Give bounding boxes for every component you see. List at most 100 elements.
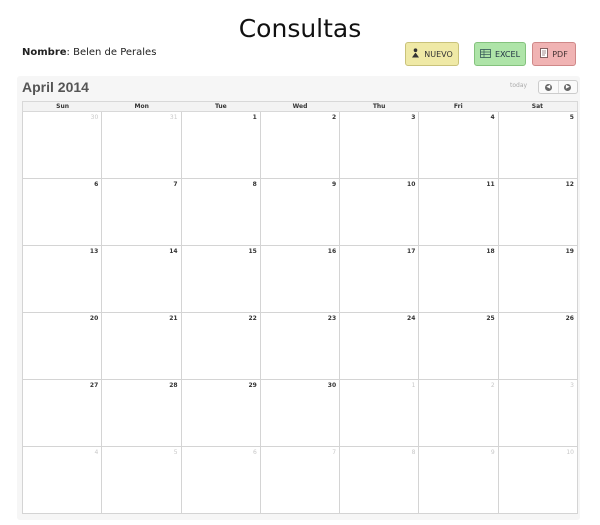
day-cell[interactable]: 30 — [22, 112, 103, 179]
day-number: 30 — [90, 114, 99, 121]
day-cell[interactable]: 10 — [498, 447, 578, 514]
person-plus-icon — [411, 48, 420, 60]
day-cell[interactable]: 21 — [102, 313, 182, 380]
day-number: 31 — [169, 114, 178, 121]
day-cell[interactable]: 4 — [419, 112, 499, 179]
pdf-label: PDF — [552, 49, 568, 59]
day-cell[interactable]: 31 — [102, 112, 182, 179]
day-cell[interactable]: 14 — [102, 246, 182, 313]
day-cell[interactable]: 6 — [181, 447, 261, 514]
day-cell[interactable]: 18 — [419, 246, 499, 313]
day-cell[interactable]: 7 — [260, 447, 341, 514]
day-number: 2 — [331, 114, 337, 121]
day-number: 10 — [566, 449, 574, 456]
next-month-button[interactable]: ▶ — [557, 81, 578, 93]
weekday-label: Sun — [56, 103, 69, 110]
day-cell[interactable]: 5 — [102, 447, 182, 514]
day-cell[interactable]: 9 — [260, 179, 341, 246]
day-number: 30 — [327, 382, 337, 389]
calendar-week: 27 28 29 30 1 2 3 — [22, 380, 578, 447]
day-cell[interactable]: 5 — [498, 112, 578, 179]
excel-label: EXCEL — [494, 49, 521, 59]
day-number: 8 — [252, 181, 257, 188]
calendar-week: 13 14 15 16 17 18 19 — [22, 246, 578, 313]
day-number: 5 — [569, 114, 574, 121]
day-number: 3 — [411, 114, 416, 121]
day-cell[interactable]: 15 — [181, 246, 261, 313]
calendar-weeks: 30 31 1 2 3 4 5 6 7 8 9 10 11 12 13 14 15 16 17 18 19 20 21 22 2… — [22, 112, 578, 514]
nuevo-button[interactable]: NUEVO — [405, 42, 459, 66]
nuevo-label: NUEVO — [424, 49, 453, 59]
patient-name: Nombre: Belen de Perales — [22, 47, 156, 58]
calendar-week: 20 21 22 23 24 25 26 — [22, 313, 578, 380]
day-number: 22 — [248, 315, 257, 322]
day-number: 9 — [490, 449, 495, 456]
calendar: April 2014 today ◀ ▶ Sun Mon Tue Wed Thu… — [17, 76, 580, 520]
day-cell[interactable]: 17 — [340, 246, 420, 313]
day-number: 14 — [169, 248, 178, 255]
day-cell[interactable]: 11 — [419, 179, 499, 246]
day-cell[interactable]: 3 — [498, 380, 578, 447]
day-number: 7 — [332, 449, 337, 456]
day-cell[interactable]: 20 — [22, 313, 103, 380]
weekday-header: Sun Mon Tue Wed Thu Fri Sat — [22, 101, 578, 112]
day-cell[interactable]: 9 — [419, 447, 499, 514]
day-cell[interactable]: 24 — [340, 313, 420, 380]
page-title: Consultas — [238, 14, 362, 43]
weekday-label: Wed — [292, 103, 308, 110]
patient-label: Nombre — [22, 47, 67, 58]
day-number: 20 — [89, 315, 99, 322]
day-number: 25 — [486, 315, 495, 322]
day-number: 6 — [253, 449, 257, 456]
day-cell[interactable]: 2 — [419, 380, 499, 447]
day-number: 19 — [565, 248, 574, 255]
day-cell[interactable]: 1 — [340, 380, 420, 447]
month-title: April 2014 — [22, 79, 89, 95]
day-number: 17 — [407, 248, 416, 255]
day-cell[interactable]: 7 — [102, 179, 182, 246]
day-cell[interactable]: 23 — [260, 313, 341, 380]
day-cell[interactable]: 6 — [22, 179, 103, 246]
day-cell[interactable]: 22 — [181, 313, 261, 380]
excel-button[interactable]: EXCEL — [474, 42, 526, 66]
day-cell[interactable]: 16 — [260, 246, 341, 313]
day-cell[interactable]: 2 — [260, 112, 341, 179]
day-number: 13 — [89, 248, 99, 255]
day-number: 3 — [570, 382, 574, 389]
calendar-week: 30 31 1 2 3 4 5 — [22, 112, 578, 179]
day-cell[interactable]: 26 — [498, 313, 578, 380]
day-cell[interactable]: 27 — [22, 380, 103, 447]
pdf-button[interactable]: PDF — [532, 42, 576, 66]
day-cell[interactable]: 12 — [498, 179, 578, 246]
day-number: 10 — [407, 181, 416, 188]
day-cell[interactable]: 13 — [22, 246, 103, 313]
prev-month-button[interactable]: ◀ — [539, 81, 558, 93]
day-number: 15 — [248, 248, 257, 255]
day-cell[interactable]: 30 — [260, 380, 341, 447]
weekday-label: Fri — [453, 103, 463, 110]
day-cell[interactable]: 10 — [340, 179, 420, 246]
day-cell[interactable]: 8 — [181, 179, 261, 246]
today-button[interactable]: today — [510, 82, 527, 89]
weekday-label: Tue — [214, 103, 227, 110]
day-number: 24 — [407, 315, 416, 322]
day-cell[interactable]: 8 — [340, 447, 420, 514]
day-cell[interactable]: 3 — [340, 112, 420, 179]
day-number: 16 — [327, 248, 337, 255]
day-cell[interactable]: 29 — [181, 380, 261, 447]
day-cell[interactable]: 25 — [419, 313, 499, 380]
day-cell[interactable]: 4 — [22, 447, 103, 514]
day-number: 1 — [411, 382, 416, 389]
day-number: 8 — [411, 449, 416, 456]
day-number: 9 — [331, 181, 337, 188]
chevron-right-icon: ▶ — [564, 83, 572, 91]
day-cell[interactable]: 19 — [498, 246, 578, 313]
day-number: 2 — [490, 382, 495, 389]
day-number: 23 — [327, 315, 337, 322]
day-cell[interactable]: 28 — [102, 380, 182, 447]
document-icon — [540, 48, 549, 60]
day-number: 18 — [486, 248, 495, 255]
day-number: 11 — [486, 181, 495, 188]
day-number: 27 — [89, 382, 99, 389]
day-cell[interactable]: 1 — [181, 112, 261, 179]
